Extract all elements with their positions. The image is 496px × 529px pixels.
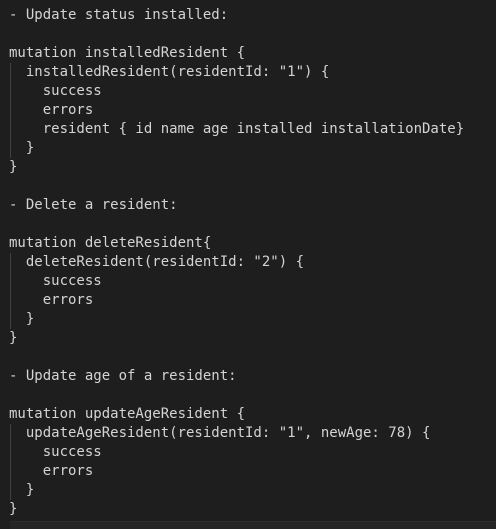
code-line[interactable]: errors [0, 101, 496, 120]
code-line[interactable] [0, 386, 496, 405]
indent-guide [10, 443, 11, 462]
code-text: success [9, 444, 102, 460]
code-text: } [9, 159, 18, 175]
code-line[interactable]: } [0, 329, 496, 348]
indent-guide [10, 120, 11, 139]
code-line[interactable]: deleteResident(residentId: "2") { [0, 253, 496, 272]
code-text: mutation deleteResident{ [9, 235, 212, 251]
code-line[interactable]: } [0, 310, 496, 329]
indent-guide [10, 424, 11, 443]
code-text: updateAgeResident(residentId: "1", newAg… [9, 425, 431, 441]
code-line[interactable]: } [0, 139, 496, 158]
code-text: - Update age of a resident: [9, 368, 237, 384]
code-line[interactable]: installedResident(residentId: "1") { [0, 63, 496, 82]
code-line[interactable]: mutation installedResident { [0, 44, 496, 63]
code-text: resident { id name age installed install… [9, 121, 465, 137]
code-line[interactable]: errors [0, 462, 496, 481]
code-text: } [9, 140, 35, 156]
code-line[interactable]: } [0, 500, 496, 519]
indent-guide [10, 462, 11, 481]
code-text: mutation installedResident { [9, 45, 246, 61]
code-line[interactable]: success [0, 443, 496, 462]
code-line[interactable]: - Update age of a resident: [0, 367, 496, 386]
code-text: deleteResident(residentId: "2") { [9, 254, 305, 270]
code-line[interactable]: success [0, 82, 496, 101]
code-editor[interactable]: - Update status installed: mutation insta… [0, 6, 496, 519]
code-text: - Update status installed: [9, 7, 229, 23]
indent-guide [10, 139, 11, 158]
code-text: success [9, 273, 102, 289]
indent-guide [10, 63, 11, 82]
code-line[interactable] [0, 177, 496, 196]
indent-guide [10, 310, 11, 329]
code-text: errors [9, 463, 94, 479]
code-text: mutation updateAgeResident { [9, 406, 246, 422]
code-line[interactable]: - Update status installed: [0, 6, 496, 25]
code-line[interactable]: mutation updateAgeResident { [0, 405, 496, 424]
code-line[interactable]: mutation deleteResident{ [0, 234, 496, 253]
indent-guide [10, 291, 11, 310]
code-text: success [9, 83, 102, 99]
code-line[interactable]: errors [0, 291, 496, 310]
code-line[interactable]: - Delete a resident: [0, 196, 496, 215]
code-line[interactable]: } [0, 481, 496, 500]
code-line[interactable]: success [0, 272, 496, 291]
code-text: } [9, 482, 35, 498]
code-text: errors [9, 102, 94, 118]
code-line[interactable]: updateAgeResident(residentId: "1", newAg… [0, 424, 496, 443]
indent-guide [10, 272, 11, 291]
indent-guide [10, 481, 11, 500]
indent-guide [10, 101, 11, 120]
indent-guide [10, 82, 11, 101]
code-text: errors [9, 292, 94, 308]
code-line[interactable] [0, 348, 496, 367]
code-text: } [9, 330, 18, 346]
code-text: } [9, 311, 35, 327]
code-line[interactable] [0, 25, 496, 44]
indent-guide [10, 253, 11, 272]
code-text: installedResident(residentId: "1") { [9, 64, 330, 80]
code-text: - Delete a resident: [9, 197, 178, 213]
code-line[interactable]: } [0, 158, 496, 177]
code-line[interactable] [0, 215, 496, 234]
code-line[interactable]: resident { id name age installed install… [0, 120, 496, 139]
code-text: } [9, 501, 18, 517]
